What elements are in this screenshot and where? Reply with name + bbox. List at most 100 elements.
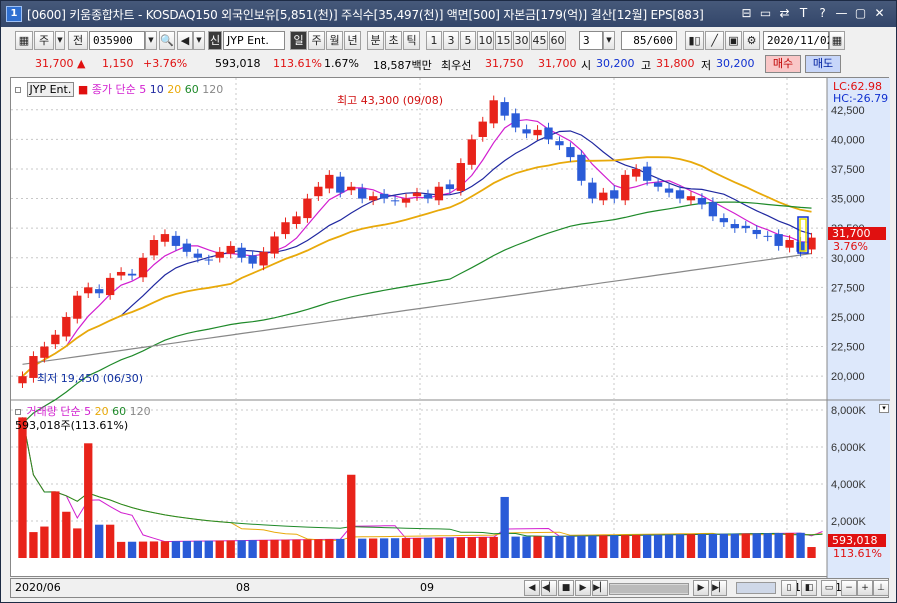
legend-square-icon[interactable] [15, 87, 21, 93]
tab-tick[interactable]: 틱 [403, 31, 420, 50]
window-number[interactable]: 1 [6, 6, 22, 22]
volume-ma-lines [22, 417, 823, 543]
nav-stop-icon[interactable]: ■ [558, 580, 574, 596]
price-tick-label: 30,000 [831, 253, 865, 265]
volume-bar [445, 537, 455, 558]
panel-collapse-icon[interactable]: ▾ [879, 404, 889, 413]
nav-last-icon[interactable]: ▶▏ [592, 580, 608, 596]
zoom-range-icon[interactable]: ▯ [781, 580, 797, 596]
volume-bar [358, 538, 367, 558]
volume-ratio: 113.61% [273, 57, 322, 70]
stock-dropdown-icon[interactable]: ▼ [145, 31, 157, 50]
candle-body [95, 289, 104, 294]
layout-icon[interactable]: ⊟ [738, 5, 755, 22]
prev-button[interactable]: 전 [68, 31, 88, 50]
trade-value: 18,587백만 [373, 59, 432, 72]
volume-bar [314, 539, 323, 558]
volume-bar [401, 538, 411, 558]
volume-bar [632, 534, 641, 558]
volume-bar [303, 539, 312, 558]
candle-body [599, 192, 608, 201]
tab-year[interactable]: 년 [344, 31, 361, 50]
scrollbar-thumb[interactable] [610, 585, 688, 593]
period-type-select[interactable]: 주 [34, 31, 54, 50]
volume-bar [763, 533, 772, 558]
legend-ma-title[interactable]: 종가 단순 [92, 83, 136, 96]
interval-dropdown-icon[interactable]: ▼ [603, 31, 615, 50]
candle-body [544, 127, 553, 140]
chart-canvas[interactable]: 42,50040,00037,50035,00032,50030,00027,5… [11, 78, 890, 578]
buy-button[interactable]: 매수 [765, 55, 801, 73]
draw-tool-icon[interactable]: ╱ [705, 31, 724, 50]
nav-first-icon[interactable]: ◀ [524, 580, 540, 596]
search-icon[interactable]: 🔍 [159, 31, 175, 50]
interval-3[interactable]: 3 [443, 31, 459, 50]
scrollbar[interactable] [609, 583, 689, 595]
volume-tick-label: 4,000K [831, 479, 867, 491]
volume-legend-square-icon[interactable] [15, 409, 21, 415]
speaker-icon[interactable]: ◀ [177, 31, 193, 50]
interval-45[interactable]: 45 [531, 31, 548, 50]
tab-day[interactable]: 일 [290, 31, 307, 50]
candle-body [708, 202, 718, 217]
stock-code-input[interactable]: 035900 [89, 31, 145, 50]
layout-menu-icon[interactable]: ▦ [15, 31, 33, 50]
volume-bar [182, 541, 192, 558]
tab-second[interactable]: 초 [385, 31, 402, 50]
date-input[interactable]: 2020/11/02 [763, 31, 833, 50]
interval-input[interactable]: 3 [579, 31, 603, 50]
zoom-bar[interactable] [736, 582, 776, 594]
interval-60[interactable]: 60 [549, 31, 566, 50]
interval-1[interactable]: 1 [426, 31, 442, 50]
candle-body [18, 376, 27, 384]
candle-body [412, 192, 422, 197]
candle-body [774, 234, 783, 246]
candle-body [73, 295, 82, 319]
period-dropdown-icon[interactable]: ▼ [55, 31, 65, 50]
interval-5[interactable]: 5 [460, 31, 476, 50]
volume-bar [489, 536, 498, 558]
maximize-icon[interactable]: ▢ [852, 5, 869, 22]
sell-button[interactable]: 매도 [805, 55, 841, 73]
tab-month[interactable]: 월 [326, 31, 343, 50]
legend-stock-name[interactable]: JYP Ent. [26, 82, 75, 97]
zoom-fit-icon[interactable]: ⊥ [873, 580, 889, 596]
ma-line [22, 130, 812, 377]
volume-bar [533, 536, 542, 558]
gear-icon[interactable]: ⚙ [743, 31, 760, 50]
grid [11, 78, 827, 558]
speaker-dropdown-icon[interactable]: ▼ [193, 31, 205, 50]
text-icon[interactable]: T [795, 5, 812, 22]
nav-next-icon[interactable]: ▶ [575, 580, 591, 596]
legend-ma10: 10 [149, 83, 164, 96]
interval-30[interactable]: 30 [513, 31, 530, 50]
zoom-out-icon[interactable]: − [841, 580, 857, 596]
volume-bar [434, 537, 444, 558]
chart-area[interactable]: 42,50040,00037,50035,00032,50030,00027,5… [10, 77, 890, 578]
current-volume-marker: 593,018 [828, 534, 886, 547]
restore-icon[interactable]: ▭ [757, 5, 774, 22]
calendar-icon[interactable]: ▦ [829, 31, 845, 50]
restore-zoom-icon[interactable]: ◧ [801, 580, 817, 596]
zoom-in-icon[interactable]: + [857, 580, 873, 596]
zoom-in-scroll-icon[interactable]: ▭ [821, 580, 837, 596]
tab-week[interactable]: 주 [308, 31, 325, 50]
candle-icon[interactable]: ▮▯ [685, 31, 704, 50]
interval-10[interactable]: 10 [477, 31, 494, 50]
count-input[interactable]: 85/600 [621, 31, 677, 50]
help-icon[interactable]: ? [814, 5, 831, 22]
close-icon[interactable]: ✕ [871, 5, 888, 22]
save-icon[interactable]: ▣ [725, 31, 742, 50]
stock-name-field: JYP Ent. [223, 31, 285, 50]
link-icon[interactable]: ⇄ [776, 5, 793, 22]
nav-right-icon[interactable]: ▶ [693, 580, 709, 596]
nav-prev-icon[interactable]: ◀▏ [541, 580, 557, 596]
interval-15[interactable]: 15 [495, 31, 512, 50]
current-price-marker: 31,700 [828, 227, 886, 240]
tab-minute[interactable]: 분 [367, 31, 384, 50]
open-price: 30,200 [596, 57, 635, 70]
volume-bar [390, 538, 400, 558]
minimize-icon[interactable]: — [833, 5, 850, 22]
candle-body [127, 273, 137, 276]
nav-end-icon[interactable]: ▶▏ [711, 580, 727, 596]
